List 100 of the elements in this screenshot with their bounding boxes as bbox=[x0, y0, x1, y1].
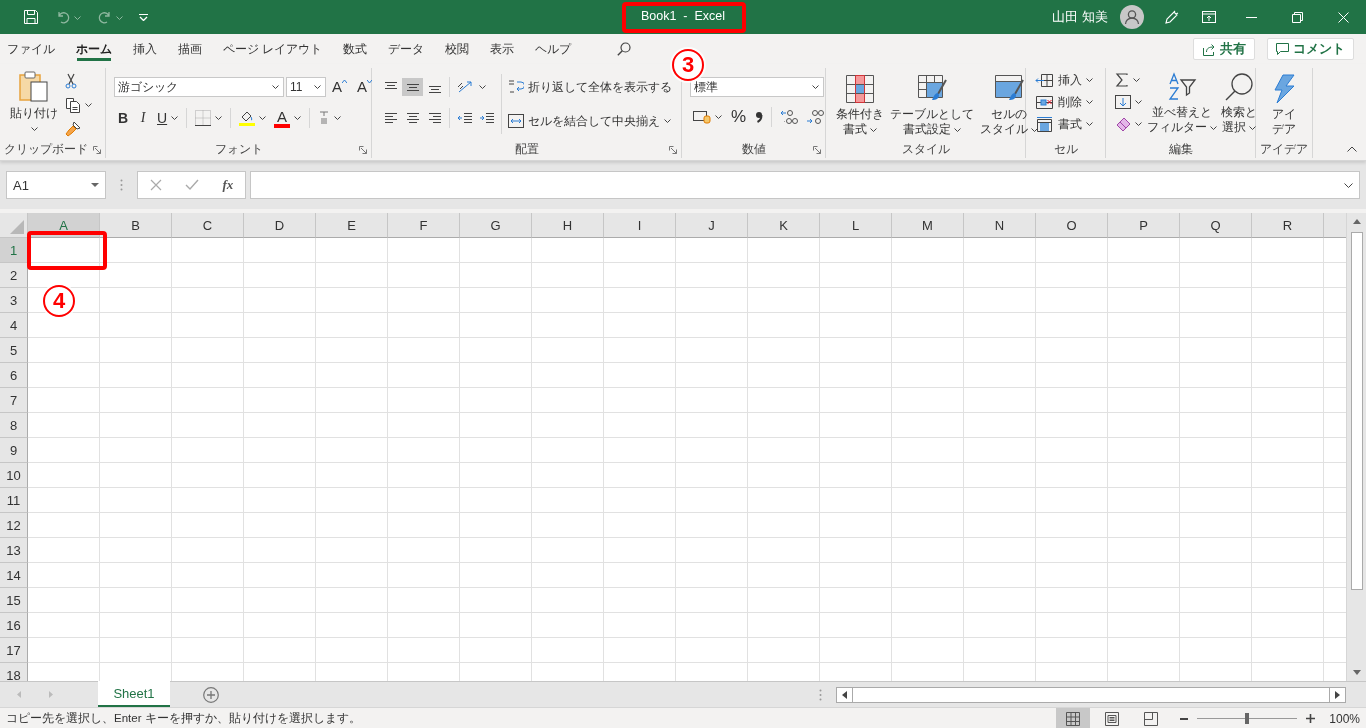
name-box[interactable]: A1 bbox=[6, 171, 106, 199]
column-header[interactable]: G bbox=[460, 213, 532, 238]
column-header[interactable]: J bbox=[676, 213, 748, 238]
underline-button[interactable]: U bbox=[154, 107, 182, 129]
percent-button[interactable]: % bbox=[727, 106, 751, 128]
ribbon-tab[interactable]: 描画 bbox=[173, 34, 207, 64]
row-header[interactable]: 9 bbox=[0, 438, 28, 463]
merge-center-button[interactable]: セルを結合して中央揃え bbox=[506, 110, 674, 132]
row-header[interactable]: 2 bbox=[0, 263, 28, 288]
column-header[interactable]: D bbox=[244, 213, 316, 238]
ribbon-tab[interactable]: 表示 bbox=[485, 34, 520, 64]
row-header[interactable]: 1 bbox=[0, 238, 28, 263]
column-header[interactable]: O bbox=[1036, 213, 1108, 238]
column-header[interactable]: L bbox=[820, 213, 892, 238]
paste-button[interactable]: 貼り付け bbox=[8, 68, 60, 131]
vertical-scrollbar[interactable] bbox=[1346, 213, 1366, 681]
caret-icon bbox=[74, 16, 81, 20]
group-label: 編集 bbox=[1168, 140, 1193, 158]
ideas-button[interactable]: アイ デア bbox=[1267, 72, 1301, 137]
group-label: クリップボード bbox=[4, 140, 88, 158]
ribbon-tab[interactable]: 数式 bbox=[338, 34, 373, 64]
sheet-tab[interactable]: Sheet1 bbox=[98, 681, 170, 707]
normal-view-button[interactable] bbox=[1056, 708, 1091, 728]
search-icon bbox=[1224, 72, 1254, 102]
column-header[interactable]: K bbox=[748, 213, 820, 238]
column-header[interactable]: M bbox=[892, 213, 964, 238]
share-button[interactable]: 共有 bbox=[1193, 38, 1255, 60]
caret-icon bbox=[870, 127, 877, 132]
restore-icon bbox=[1291, 11, 1303, 23]
align-middle-button[interactable] bbox=[402, 78, 423, 96]
column-header[interactable]: E bbox=[316, 213, 388, 238]
grow-font-button[interactable]: A bbox=[328, 76, 351, 98]
undo-icon bbox=[55, 9, 71, 25]
align-icon bbox=[383, 82, 398, 89]
column-header[interactable]: F bbox=[388, 213, 460, 238]
row-header[interactable]: 13 bbox=[0, 538, 28, 563]
ribbon-tab[interactable]: データ bbox=[383, 34, 430, 64]
wrap-text-button[interactable]: 折り返して全体を表示する bbox=[506, 76, 674, 98]
row-header[interactable]: 8 bbox=[0, 413, 28, 438]
borders-icon bbox=[195, 110, 212, 126]
copy-icon bbox=[65, 97, 81, 113]
number-format-field[interactable]: 標準 bbox=[690, 77, 824, 97]
conditional-format-icon bbox=[845, 74, 875, 104]
indent-icon bbox=[478, 111, 495, 125]
ribbon-tab[interactable]: ヘルプ bbox=[530, 34, 577, 64]
column-header[interactable]: B bbox=[100, 213, 172, 238]
ribbon-tab[interactable]: ファイル bbox=[2, 34, 60, 64]
column-header[interactable]: I bbox=[604, 213, 676, 238]
column-header[interactable]: C bbox=[172, 213, 244, 238]
row-header[interactable]: 3 bbox=[0, 288, 28, 313]
shrink-font-button[interactable]: A bbox=[353, 76, 377, 98]
clipboard-icon bbox=[19, 70, 49, 102]
row-header[interactable]: 11 bbox=[0, 488, 28, 513]
font-name-field[interactable]: 游ゴシック bbox=[114, 77, 284, 97]
dropdown-icon bbox=[91, 183, 99, 187]
row-header[interactable]: 6 bbox=[0, 363, 28, 388]
format-as-table-button[interactable]: テーブルとして 書式設定 bbox=[888, 72, 976, 137]
row-header[interactable]: 7 bbox=[0, 388, 28, 413]
scroll-right-icon bbox=[1335, 690, 1340, 699]
zoom-slider[interactable] bbox=[1197, 713, 1298, 724]
minus-icon bbox=[1180, 717, 1189, 720]
column-header[interactable]: Q bbox=[1180, 213, 1252, 238]
fill-down-icon bbox=[1115, 95, 1131, 109]
caret-icon bbox=[1210, 125, 1217, 130]
group-label: スタイル bbox=[901, 140, 950, 158]
italic-button[interactable]: I bbox=[134, 107, 152, 129]
ribbon-tab[interactable]: 挿入 bbox=[128, 34, 162, 64]
row-header[interactable]: 14 bbox=[0, 563, 28, 588]
bold-button[interactable]: B bbox=[114, 107, 132, 129]
dialog-launcher-icon bbox=[813, 146, 821, 154]
row-header[interactable]: 17 bbox=[0, 638, 28, 663]
conditional-format-button[interactable]: 条件付き 書式 bbox=[834, 72, 886, 137]
caret-icon bbox=[1135, 100, 1142, 104]
ribbon-tab[interactable]: 校閲 bbox=[440, 34, 475, 64]
grip-icon bbox=[819, 688, 822, 701]
group-label: フォント bbox=[214, 140, 263, 158]
formula-input[interactable] bbox=[250, 171, 1360, 199]
row-header[interactable]: 18 bbox=[0, 663, 28, 681]
horizontal-scrollbar[interactable] bbox=[836, 686, 1346, 703]
sort-filter-button[interactable]: 並べ替えと フィルター bbox=[1145, 68, 1219, 135]
caret-icon bbox=[116, 16, 123, 20]
row-header[interactable]: 16 bbox=[0, 613, 28, 638]
ribbon-tab[interactable]: ページ レイアウト bbox=[218, 34, 328, 64]
font-color-button[interactable]: A bbox=[271, 107, 305, 129]
row-header[interactable]: 15 bbox=[0, 588, 28, 613]
row-header[interactable]: 5 bbox=[0, 338, 28, 363]
font-size-field[interactable]: 11 bbox=[286, 77, 326, 97]
column-header[interactable]: N bbox=[964, 213, 1036, 238]
find-select-button[interactable]: 検索と 選択 bbox=[1219, 68, 1259, 135]
column-header[interactable]: H bbox=[532, 213, 604, 238]
ribbon-tab[interactable]: ホーム bbox=[71, 34, 117, 64]
column-header[interactable]: R bbox=[1252, 213, 1324, 238]
row-header[interactable]: 10 bbox=[0, 463, 28, 488]
insert-function-button[interactable]: fx bbox=[218, 175, 238, 195]
wrap-text-icon bbox=[508, 79, 524, 95]
row-header[interactable]: 4 bbox=[0, 313, 28, 338]
comment-button[interactable]: コメント bbox=[1267, 38, 1354, 60]
cell-grid[interactable] bbox=[28, 238, 1346, 681]
row-header[interactable]: 12 bbox=[0, 513, 28, 538]
column-header[interactable]: P bbox=[1108, 213, 1180, 238]
